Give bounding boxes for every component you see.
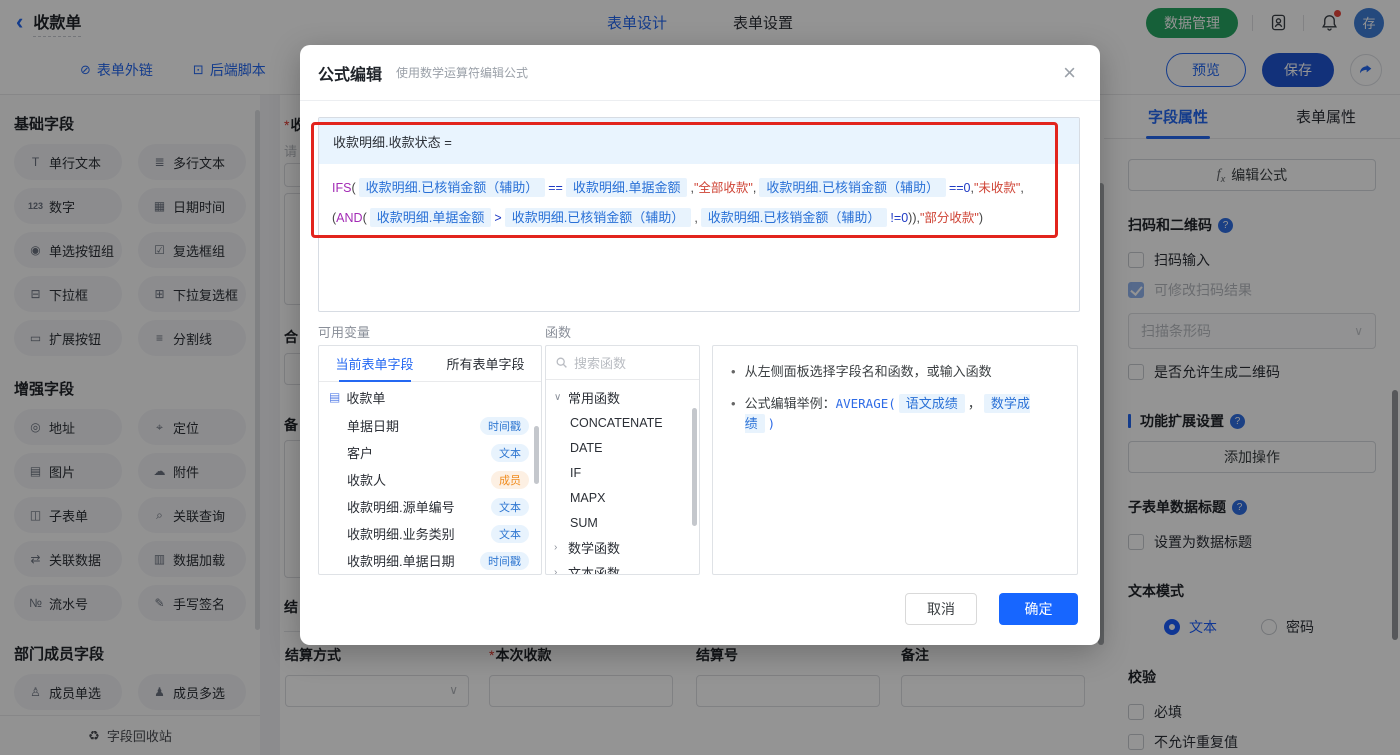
formula-token: "未收款" <box>974 181 1020 195</box>
variable-row[interactable]: 收款明细.单据日期 时间戳 <box>319 547 541 574</box>
variable-name: 收款人 <box>347 470 386 489</box>
variable-type-badge: 文本 <box>491 498 529 516</box>
chevron-down-icon: ∨ <box>554 392 563 403</box>
help-bullet: • 从左侧面板选择字段名和函数，或输入函数 <box>731 362 1059 382</box>
field-chip[interactable]: 收款明细.单据金额 <box>566 178 688 197</box>
tree-root-label: 收款单 <box>346 388 385 407</box>
function-item[interactable]: DATE <box>546 435 699 460</box>
formula-expression: IFS(收款明细.已核销金额（辅助）==收款明细.单据金额,"全部收款",收款明… <box>319 164 1079 242</box>
confirm-button[interactable]: 确定 <box>999 593 1078 625</box>
variables-tabs: 当前表单字段所有表单字段 <box>319 346 541 382</box>
formula-token: , <box>694 211 697 225</box>
chevron-right-icon: › <box>554 542 563 553</box>
function-group-label: 数学函数 <box>568 538 620 557</box>
formula-token: !=0 <box>890 211 908 225</box>
formula-token: "部分收款" <box>920 211 979 225</box>
formula-line: (AND(收款明细.单据金额>收款明细.已核销金额（辅助）,收款明细.已核销金额… <box>332 203 1066 233</box>
field-chip[interactable]: 收款明细.已核销金额（辅助） <box>505 208 692 227</box>
formula-token: AND <box>336 211 362 225</box>
formula-token: IFS <box>332 181 351 195</box>
variables-tab[interactable]: 当前表单字段 <box>319 346 430 381</box>
variable-name: 收款明细.业务类别 <box>347 524 455 543</box>
variable-row[interactable]: 单据日期 时间戳 <box>319 412 541 439</box>
functions-scrollbar[interactable] <box>692 408 697 526</box>
variable-row[interactable]: 收款明细.源单编号 文本 <box>319 493 541 520</box>
search-placeholder: 搜索函数 <box>574 353 626 372</box>
functions-panel: 搜索函数 ∨常用函数CONCATENATEDATEIFMAPXSUM›数学函数›… <box>545 345 700 575</box>
formula-editor-modal: 公式编辑 使用数学运算符编辑公式 × 收款明细.收款状态 = IFS(收款明细.… <box>300 45 1100 645</box>
variable-name: 单据日期 <box>347 416 399 435</box>
modal-header: 公式编辑 使用数学运算符编辑公式 × <box>300 45 1100 101</box>
variables-tree: ▤收款单单据日期时间戳客户文本收款人成员收款明细.源单编号文本收款明细.业务类别… <box>319 382 541 574</box>
variable-type-badge: 时间戳 <box>480 417 529 435</box>
formula-token: , <box>753 181 756 195</box>
field-chip[interactable]: 收款明细.已核销金额（辅助） <box>701 208 888 227</box>
formula-token: ) <box>979 211 983 225</box>
function-search[interactable]: 搜索函数 <box>546 346 699 380</box>
function-item[interactable]: CONCATENATE <box>546 410 699 435</box>
variables-scrollbar[interactable] <box>534 426 539 484</box>
formula-token: > <box>494 211 501 225</box>
help-example-close: ) <box>768 416 776 431</box>
bullet-dot: • <box>731 362 736 382</box>
modal-subtitle: 使用数学运算符编辑公式 <box>396 64 528 81</box>
help-bullet: • 公式编辑举例：AVERAGE(语文成绩，数学成绩) <box>731 394 1059 434</box>
function-item[interactable]: MAPX <box>546 485 699 510</box>
search-icon <box>555 356 568 369</box>
form-file-icon: ▤ <box>329 390 340 404</box>
help-example: 公式编辑举例：AVERAGE(语文成绩，数学成绩) <box>745 394 1059 434</box>
function-group[interactable]: ∨ 常用函数 <box>546 385 699 410</box>
variable-row[interactable]: 收款人 成员 <box>319 466 541 493</box>
function-group-label: 文本函数 <box>568 563 620 575</box>
help-example-prefix: 公式编辑举例： <box>745 396 836 411</box>
function-group[interactable]: › 文本函数 <box>546 560 699 575</box>
help-text: 从左侧面板选择字段名和函数，或输入函数 <box>745 362 992 382</box>
formula-input-area[interactable]: 收款明细.收款状态 = IFS(收款明细.已核销金额（辅助）==收款明细.单据金… <box>318 117 1080 312</box>
field-chip[interactable]: 收款明细.已核销金额（辅助） <box>359 178 546 197</box>
cancel-button[interactable]: 取消 <box>905 593 977 625</box>
variable-name: 客户 <box>347 443 373 462</box>
variable-type-badge: 时间戳 <box>480 552 529 570</box>
tree-root-row[interactable]: ▤ 收款单 <box>319 382 541 412</box>
variables-label: 可用变量 <box>318 322 370 341</box>
variable-type-badge: 成员 <box>491 471 529 489</box>
help-panel: • 从左侧面板选择字段名和函数，或输入函数 • 公式编辑举例：AVERAGE(语… <box>712 345 1078 575</box>
formula-token: ( <box>351 181 355 195</box>
formula-token: , <box>1020 181 1023 195</box>
chevron-right-icon: › <box>554 567 563 575</box>
formula-line: IFS(收款明细.已核销金额（辅助）==收款明细.单据金额,"全部收款",收款明… <box>332 173 1066 203</box>
variable-row[interactable]: 客户 文本 <box>319 439 541 466</box>
formula-token: ==0 <box>949 181 971 195</box>
close-icon[interactable]: × <box>1057 62 1082 84</box>
function-group-label: 常用函数 <box>568 388 620 407</box>
variables-panel: 当前表单字段所有表单字段 ▤收款单单据日期时间戳客户文本收款人成员收款明细.源单… <box>318 345 542 575</box>
formula-token: "全部收款" <box>694 181 753 195</box>
formula-token: == <box>548 181 563 195</box>
function-item[interactable]: IF <box>546 460 699 485</box>
chip-separator: ， <box>968 396 981 411</box>
app-window: ‹ 收款单 表单设计表单设置 数据管理 存 ⊘表单外链⊡后端脚本▦数据权限 预览… <box>0 0 1400 755</box>
functions-label: 函数 <box>545 322 571 341</box>
variable-row[interactable]: 收款明细.业务类别 文本 <box>319 520 541 547</box>
field-chip[interactable]: 收款明细.已核销金额（辅助） <box>759 178 946 197</box>
variable-type-badge: 文本 <box>491 525 529 543</box>
field-chip: 语文成绩 <box>899 394 965 413</box>
variable-name: 收款明细.源单编号 <box>347 497 455 516</box>
field-chip[interactable]: 收款明细.单据金额 <box>370 208 492 227</box>
variables-tab[interactable]: 所有表单字段 <box>430 346 541 381</box>
function-item[interactable]: SUM <box>546 510 699 535</box>
function-group[interactable]: › 数学函数 <box>546 535 699 560</box>
formula-target: 收款明细.收款状态 = <box>319 118 1079 164</box>
modal-title: 公式编辑 <box>318 61 382 85</box>
bullet-dot: • <box>731 394 736 434</box>
function-list: ∨ 常用函数 CONCATENATEDATEIFMAPXSUM › 数学函数 › 文本函数 <box>546 380 699 575</box>
variable-name: 收款明细.单据日期 <box>347 551 455 570</box>
formula-token: ( <box>363 211 367 225</box>
variable-type-badge: 文本 <box>491 444 529 462</box>
help-example-function: AVERAGE( <box>836 396 896 411</box>
